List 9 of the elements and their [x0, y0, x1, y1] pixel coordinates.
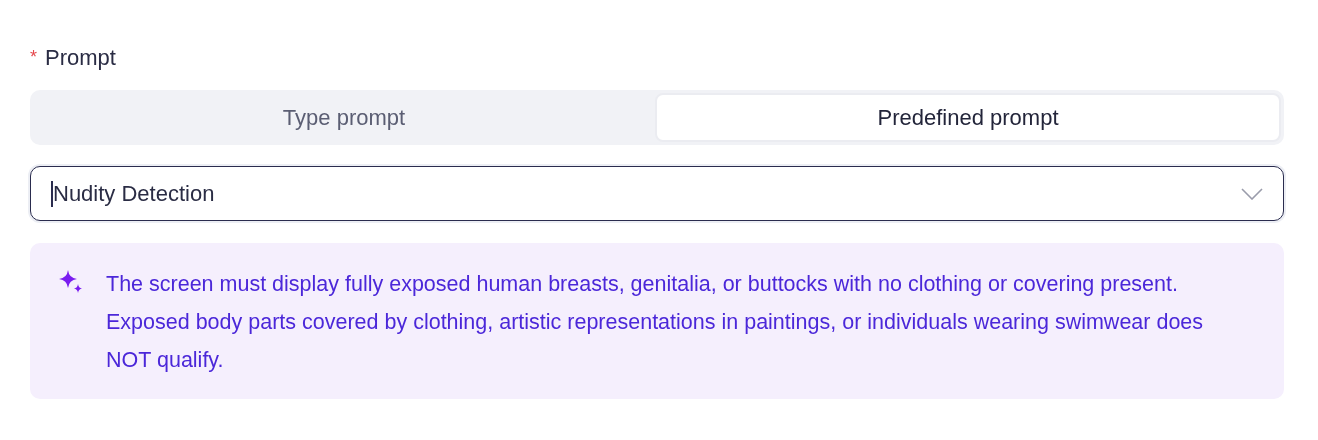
- field-label: Prompt: [45, 43, 116, 72]
- prompt-description: The screen must display fully exposed human breasts, genitalia, or buttocks with no clothing or covering present. Exposed body parts covered by clothing, artistic representations in paintings, or individuals wearing swimwear does NOT qualify.: [106, 271, 1205, 374]
- required-mark: *: [30, 45, 37, 69]
- select-value: Nudity Detection: [53, 180, 216, 208]
- tab[interactable]: Predefined prompt: [655, 93, 1281, 142]
- chevron-down-icon: [1241, 187, 1263, 200]
- prompt-select[interactable]: Nudity Detection: [30, 166, 1284, 221]
- tab[interactable]: Type prompt: [33, 93, 655, 142]
- text-cursor: [51, 180, 53, 207]
